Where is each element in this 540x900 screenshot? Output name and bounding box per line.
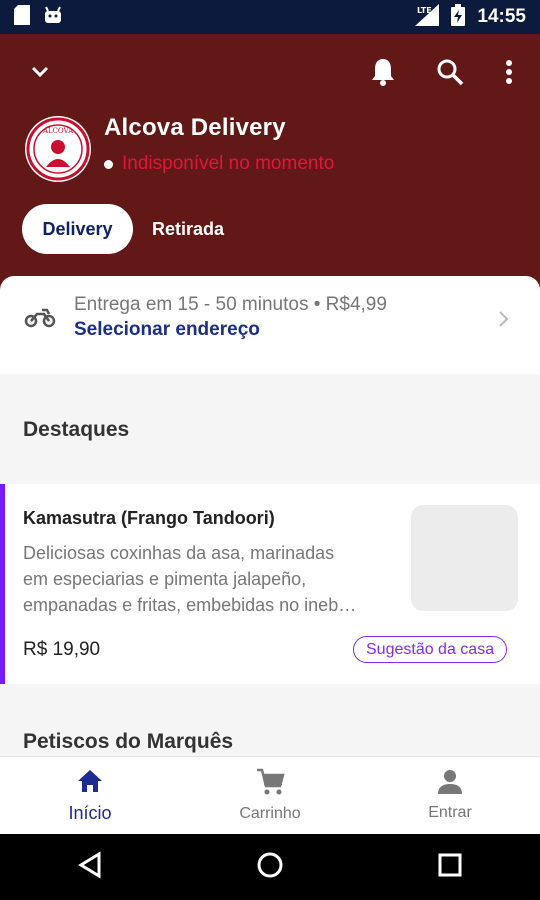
motorcycle-icon	[24, 306, 56, 333]
product-description-line: Deliciosas coxinhas da asa, marinadas	[23, 543, 335, 563]
cart-icon	[255, 768, 285, 801]
more-options-button[interactable]	[491, 56, 527, 92]
nav-item-entrar[interactable]: Entrar	[360, 757, 540, 834]
product-description-line: empanadas e fritas, embebidas no ineb…	[23, 595, 357, 615]
status-time: 14:55	[477, 6, 526, 27]
tab-retirada[interactable]: Retirada	[148, 204, 228, 254]
nav-item-carrinho[interactable]: Carrinho	[180, 757, 360, 834]
house-suggestion-badge: Sugestão da casa	[353, 636, 508, 663]
availability-status: Indisponível no momento	[104, 153, 334, 175]
more-vert-icon	[505, 59, 513, 90]
bottom-navigation: Início Carrinho Entrar	[0, 756, 540, 834]
recents-button[interactable]	[420, 837, 480, 897]
network-label: LTE	[417, 6, 432, 15]
person-icon	[437, 769, 463, 800]
home-icon	[76, 768, 104, 799]
nav-label-entrar: Entrar	[428, 804, 472, 821]
product-description: Deliciosas coxinhas da asa, marinadas em…	[23, 540, 391, 618]
store-name: Alcova Delivery	[104, 114, 286, 141]
nav-item-inicio[interactable]: Início	[0, 757, 180, 834]
product-image-placeholder	[411, 505, 518, 611]
battery-charging-icon	[451, 3, 466, 31]
section-title-highlights: Destaques	[23, 418, 130, 441]
back-button[interactable]	[60, 837, 120, 897]
delivery-info-card[interactable]: Entrega em 15 - 50 minutos • R$4,99 Sele…	[0, 276, 540, 374]
home-system-button[interactable]	[240, 837, 300, 897]
back-triangle-icon	[77, 850, 103, 884]
search-button[interactable]	[432, 56, 468, 92]
nav-label-carrinho: Carrinho	[239, 805, 301, 822]
status-bar: LTE 14:55	[0, 0, 540, 34]
status-right: LTE 14:55	[415, 3, 526, 31]
select-address-link[interactable]: Selecionar endereço	[74, 319, 260, 341]
sd-card-icon	[14, 4, 30, 30]
chevron-down-icon	[30, 65, 50, 84]
logo-text: ALCOVA	[42, 127, 74, 135]
product-description-line: em especiarias e pimenta jalapeño,	[23, 569, 307, 589]
store-header: ALCOVA Alcova Delivery Indisponível no m…	[0, 34, 540, 296]
collapse-button[interactable]	[22, 56, 58, 92]
status-dot	[104, 159, 113, 169]
nav-label-inicio: Início	[68, 802, 112, 823]
section-title-petiscos: Petiscos do Marquês	[23, 730, 234, 753]
bell-icon	[370, 57, 396, 92]
search-icon	[436, 58, 464, 91]
product-card[interactable]: Kamasutra (Frango Tandoori) Deliciosas c…	[0, 484, 540, 684]
store-logo: ALCOVA	[25, 116, 91, 182]
system-navigation-bar	[0, 834, 540, 900]
recents-square-icon	[438, 853, 462, 882]
android-icon	[44, 6, 62, 29]
tab-delivery[interactable]: Delivery	[22, 204, 133, 254]
chevron-right-icon	[497, 310, 509, 333]
notifications-button[interactable]	[365, 56, 401, 92]
home-circle-icon	[256, 851, 284, 884]
product-name: Kamasutra (Frango Tandoori)	[23, 508, 275, 528]
delivery-estimate: Entrega em 15 - 50 minutos • R$4,99	[74, 294, 387, 315]
product-price: R$ 19,90	[23, 639, 101, 660]
signal-icon: LTE	[415, 3, 440, 31]
availability-text: Indisponível no momento	[122, 153, 335, 174]
status-left	[14, 4, 62, 30]
